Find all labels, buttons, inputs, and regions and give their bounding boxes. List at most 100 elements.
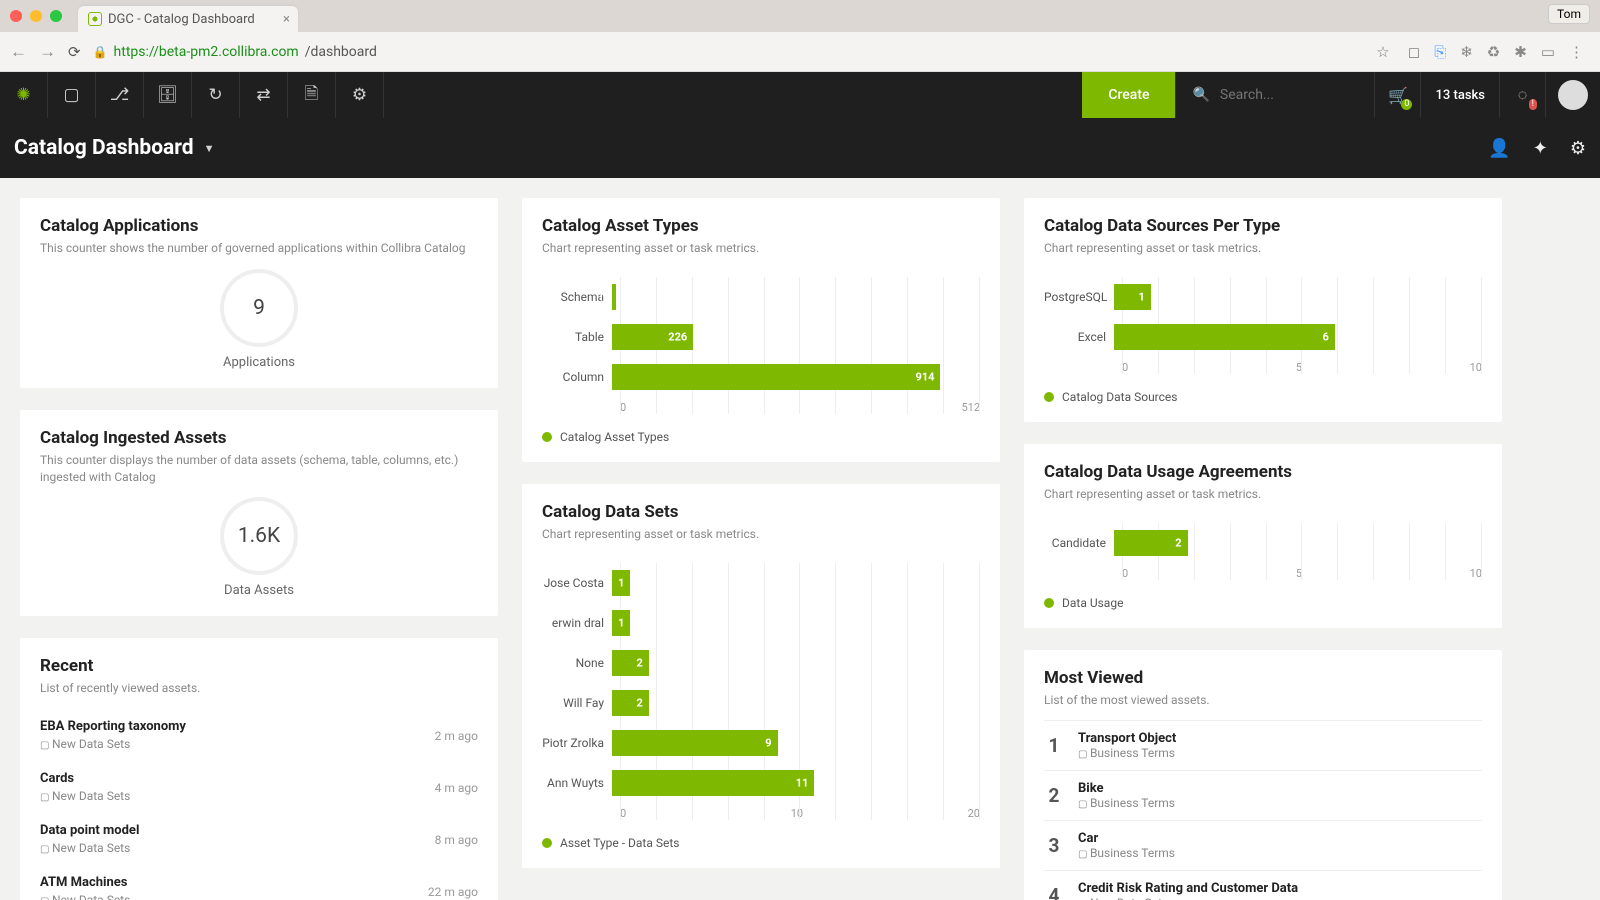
bar-value: 2 <box>636 696 642 709</box>
bar-label: Candidate <box>1044 536 1114 550</box>
panel-data-sources: Catalog Data Sources Per Type Chart repr… <box>1024 198 1502 422</box>
gear-icon[interactable]: ⚙ <box>1570 138 1586 159</box>
chart-bar[interactable]: Piotr Zrolka 9 <box>542 723 980 763</box>
mv-title: Transport Object <box>1078 731 1176 746</box>
legend-label: Catalog Asset Types <box>560 430 669 444</box>
tab-title: DGC - Catalog Dashboard <box>108 12 255 27</box>
ext-icon[interactable]: ♻ <box>1487 43 1500 61</box>
recent-meta: New Data Sets <box>40 789 478 803</box>
user-icon[interactable]: 👤 <box>1488 138 1510 159</box>
recent-title: ATM Machines <box>40 875 478 890</box>
address-bar[interactable]: 🔒 https://beta-pm2.collibra.com/dashboar… <box>93 43 1390 61</box>
counter-value: 9 <box>220 269 298 347</box>
bar-value: 226 <box>668 330 687 343</box>
panel-recent: Recent List of recently viewed assets. E… <box>20 638 498 900</box>
create-button[interactable]: Create <box>1082 72 1175 118</box>
most-viewed-item[interactable]: 3CarBusiness Terms <box>1044 820 1482 870</box>
bar-value: 2 <box>1175 536 1181 549</box>
recent-time: 22 m ago <box>428 885 478 899</box>
recent-item[interactable]: EBA Reporting taxonomyNew Data Sets2 m a… <box>40 709 478 761</box>
bar-label: Will Fay <box>542 696 612 710</box>
bar-value: 2 <box>636 656 642 669</box>
panel-title: Catalog Data Sets <box>542 502 980 522</box>
share-icon[interactable]: ✦ <box>1533 138 1548 159</box>
most-viewed-item[interactable]: 2BikeBusiness Terms <box>1044 770 1482 820</box>
nav-sync-icon[interactable]: ↻ <box>192 72 240 118</box>
panel-data-sets: Catalog Data Sets Chart representing ass… <box>522 484 1000 868</box>
nav-doc-icon[interactable]: 🗎 <box>288 72 336 118</box>
rank: 4 <box>1044 884 1064 900</box>
window-minimize[interactable] <box>30 10 42 22</box>
search-box[interactable]: 🔍 <box>1175 72 1375 118</box>
bookmark-icon[interactable]: ☆ <box>1376 43 1389 61</box>
most-viewed-item[interactable]: 1Transport ObjectBusiness Terms <box>1044 720 1482 770</box>
chart-bar[interactable]: Ann Wuyts 11 <box>542 763 980 803</box>
panel-most-viewed: Most Viewed List of the most viewed asse… <box>1024 650 1502 900</box>
ext-icon[interactable]: ⎘ <box>1434 43 1446 61</box>
panel-subtitle: Chart representing asset or task metrics… <box>1044 240 1482 257</box>
chart-bar[interactable]: Jose Costa1 <box>542 563 980 603</box>
tasks-button[interactable]: 13 tasks <box>1421 72 1500 118</box>
recent-title: Data point model <box>40 823 478 838</box>
nav-folder-icon[interactable]: ▢ <box>48 72 96 118</box>
rank: 1 <box>1044 734 1064 757</box>
recent-meta: New Data Sets <box>40 841 478 855</box>
page-title[interactable]: Catalog Dashboard ▼ <box>14 136 215 160</box>
panel-title: Catalog Data Sources Per Type <box>1044 216 1482 236</box>
cart-icon[interactable]: 🛒0 <box>1375 72 1421 118</box>
bar-label: Ann Wuyts <box>542 776 612 790</box>
window-zoom[interactable] <box>50 10 62 22</box>
user-avatar[interactable] <box>1558 80 1588 110</box>
rank: 3 <box>1044 834 1064 857</box>
ext-icon[interactable]: ✱ <box>1514 43 1527 61</box>
search-input[interactable] <box>1220 87 1359 103</box>
bar-label: Jose Costa <box>542 576 612 590</box>
back-button[interactable]: ← <box>10 42 27 62</box>
chart-bar[interactable]: Excel6 <box>1044 317 1482 357</box>
window-close[interactable] <box>10 10 22 22</box>
ext-icon[interactable]: ▭ <box>1541 43 1555 61</box>
mv-location: New Data Sets <box>1078 896 1298 900</box>
lock-icon: 🔒 <box>93 45 108 59</box>
bar-label: erwin dral <box>542 616 612 630</box>
recent-item[interactable]: Data point modelNew Data Sets8 m ago <box>40 813 478 865</box>
panel-subtitle: This counter displays the number of data… <box>40 452 478 486</box>
chart-bar[interactable]: erwin dral1 <box>542 603 980 643</box>
chart-bar[interactable]: Will Fay 2 <box>542 683 980 723</box>
menu-icon[interactable]: ⋮ <box>1569 43 1584 61</box>
nav-branch-icon[interactable]: ⎇ <box>96 72 144 118</box>
browser-tab[interactable]: DGC - Catalog Dashboard × <box>78 6 298 32</box>
chart-bar[interactable]: Column914 <box>542 357 980 397</box>
search-icon: 🔍 <box>1192 87 1209 103</box>
recent-item[interactable]: CardsNew Data Sets4 m ago <box>40 761 478 813</box>
nav-settings-icon[interactable]: ⚙ <box>336 72 384 118</box>
bar-value: 9 <box>765 736 771 749</box>
chart-bar[interactable]: Table226 <box>542 317 980 357</box>
recent-item[interactable]: ATM MachinesNew Data Sets22 m ago <box>40 865 478 900</box>
recent-time: 2 m ago <box>435 729 478 743</box>
chart-bar[interactable]: None2 <box>542 643 980 683</box>
most-viewed-item[interactable]: 4Credit Risk Rating and Customer DataNew… <box>1044 870 1482 900</box>
bar-label: Piotr Zrolka <box>542 736 612 750</box>
activity-icon[interactable]: ◌! <box>1500 72 1546 118</box>
forward-button[interactable]: → <box>39 42 56 62</box>
ext-icon[interactable]: ◻ <box>1408 43 1420 61</box>
chart-bar[interactable]: Candidate 2 <box>1044 523 1482 563</box>
bar-label: Excel <box>1044 330 1114 344</box>
panel-title: Most Viewed <box>1044 668 1482 688</box>
panel-subtitle: List of recently viewed assets. <box>40 680 478 697</box>
legend-label: Catalog Data Sources <box>1062 390 1177 404</box>
bar-value: 12 <box>598 290 611 303</box>
logo-icon[interactable]: ✺ <box>0 72 48 118</box>
reload-button[interactable]: ⟳ <box>68 43 81 61</box>
profile-badge[interactable]: Tom <box>1548 4 1590 24</box>
ext-icon[interactable]: ❄ <box>1460 43 1473 61</box>
nav-database-icon[interactable]: 🗄 <box>144 72 192 118</box>
nav-flow-icon[interactable]: ⇄ <box>240 72 288 118</box>
chart-bar[interactable]: PostgreSQL1 <box>1044 277 1482 317</box>
window-chrome: DGC - Catalog Dashboard × Tom <box>0 0 1600 32</box>
bar-value: 11 <box>796 776 809 789</box>
close-icon[interactable]: × <box>283 12 290 27</box>
counter-label: Applications <box>40 355 478 370</box>
chart-bar[interactable]: Schema12 <box>542 277 980 317</box>
